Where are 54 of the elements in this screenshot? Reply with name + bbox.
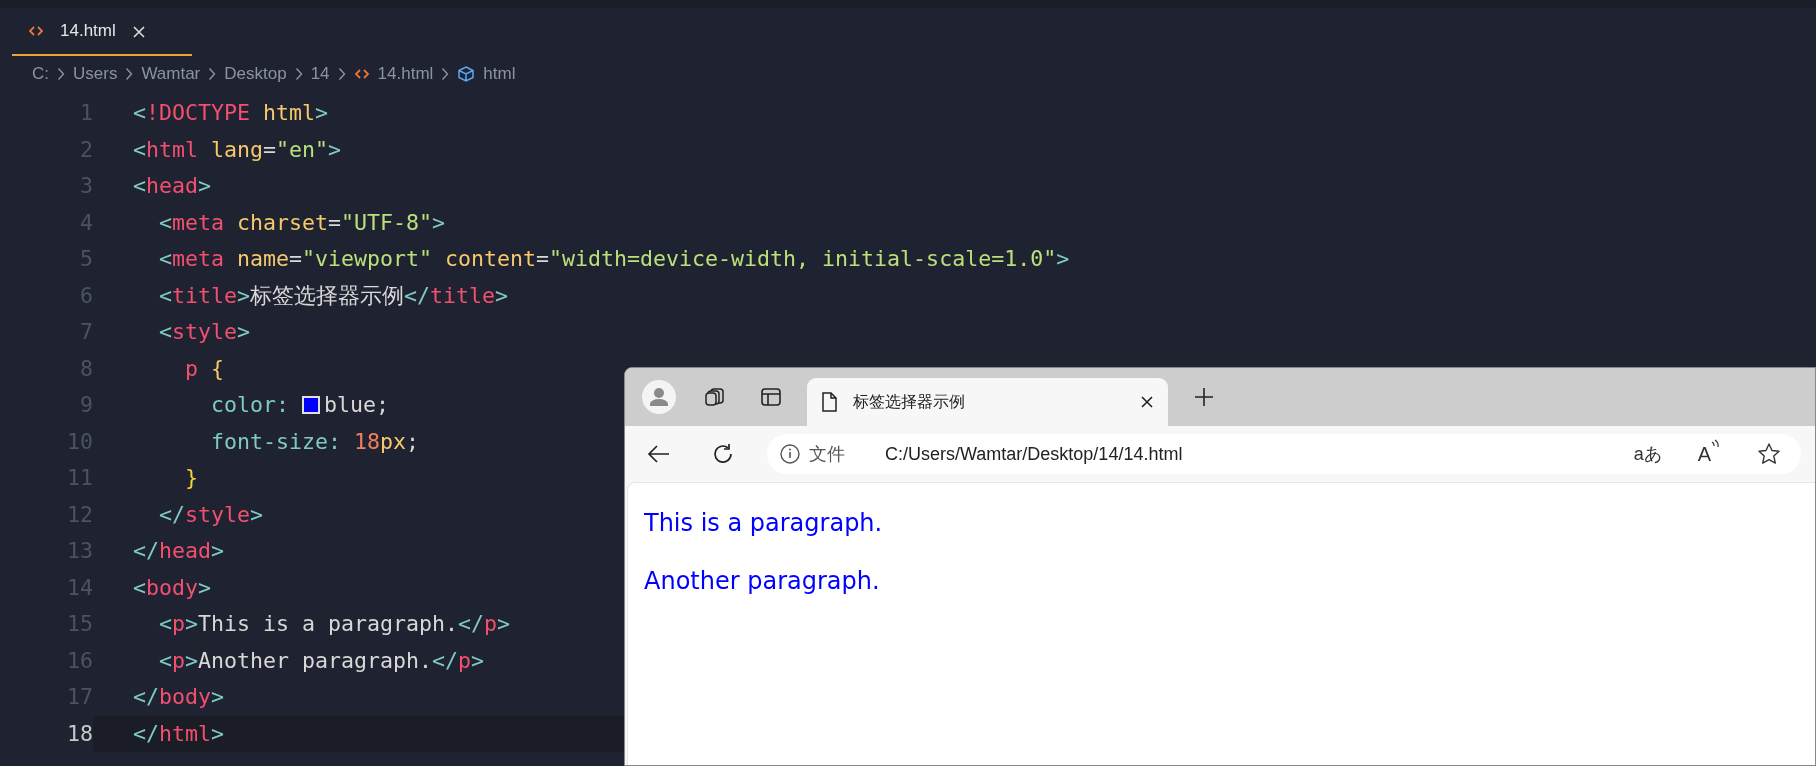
code-line: color: blue; bbox=[210, 391, 390, 419]
code-line: font-size: 18px; bbox=[210, 427, 420, 456]
vertical-tabs-icon bbox=[760, 386, 782, 408]
code-line: <meta charset="UTF-8"> bbox=[158, 208, 446, 237]
close-icon bbox=[1140, 395, 1154, 409]
close-icon bbox=[131, 24, 146, 39]
color-swatch[interactable] bbox=[302, 396, 320, 414]
breadcrumb-item[interactable]: C: bbox=[32, 60, 49, 87]
code-line: </style> bbox=[158, 500, 264, 529]
editor-tab[interactable]: 14.html bbox=[12, 8, 192, 56]
chevron-right-icon bbox=[208, 66, 217, 81]
code-line: p { bbox=[184, 354, 225, 383]
profile-icon bbox=[639, 377, 679, 417]
read-aloud-button[interactable]: A bbox=[1691, 438, 1725, 470]
code-line: <head> bbox=[132, 172, 212, 200]
refresh-icon bbox=[711, 442, 735, 466]
chevron-right-icon bbox=[337, 66, 346, 81]
code-line: <meta name="viewport" content="width=device-width, initial-scale=1.0"> bbox=[158, 245, 1070, 273]
info-icon bbox=[779, 443, 801, 465]
code-line: <p>This is a paragraph.</p> bbox=[158, 610, 511, 638]
breadcrumb-item[interactable]: 14 bbox=[310, 60, 330, 87]
breadcrumb-item[interactable]: Users bbox=[73, 60, 118, 87]
breadcrumb-item[interactable]: Wamtar bbox=[141, 60, 201, 87]
chevron-right-icon bbox=[125, 66, 134, 81]
url-text: C:/Users/Wamtar/Desktop/14/14.html bbox=[885, 442, 1184, 466]
chevron-right-icon bbox=[294, 66, 303, 81]
line-number: 18 bbox=[66, 719, 93, 748]
back-icon bbox=[647, 444, 671, 464]
code-line: <body> bbox=[132, 573, 212, 602]
code-line: <p>Another paragraph.</p> bbox=[158, 646, 485, 675]
code-line: </body> bbox=[132, 683, 225, 711]
breadcrumb-item[interactable]: 14.html bbox=[377, 60, 434, 87]
new-tab-icon bbox=[1193, 386, 1215, 408]
code-line: <style> bbox=[158, 318, 251, 346]
code-line: </head> bbox=[132, 537, 225, 565]
code-line: <html lang="en"> bbox=[132, 135, 342, 164]
code-line: <title>标签选择器示例</title> bbox=[158, 281, 509, 310]
workspaces-icon bbox=[704, 386, 726, 408]
code-line: } bbox=[184, 464, 198, 492]
breadcrumb-item[interactable]: html bbox=[483, 60, 516, 87]
chevron-right-icon bbox=[441, 66, 450, 81]
favorite-icon bbox=[1757, 442, 1781, 466]
paragraph: This is a paragraph. bbox=[644, 508, 884, 539]
breadcrumb-item[interactable]: Desktop bbox=[224, 60, 287, 87]
profile-button[interactable] bbox=[639, 377, 679, 417]
paragraph: Another paragraph. bbox=[644, 566, 881, 597]
document-icon bbox=[821, 392, 837, 412]
chevron-right-icon bbox=[57, 66, 65, 81]
address-bar[interactable]: 文件 C:/Users/Wamtar/Desktop/14/14.html aあ A bbox=[767, 434, 1801, 474]
browser-tab[interactable]: 标签选择器示例 bbox=[807, 378, 1168, 426]
site-info-label[interactable]: 文件 bbox=[809, 440, 845, 468]
code-line: <!DOCTYPE html> bbox=[132, 99, 329, 127]
immersive-reader-button[interactable]: aあ bbox=[1627, 439, 1668, 469]
cube-icon bbox=[457, 64, 476, 83]
